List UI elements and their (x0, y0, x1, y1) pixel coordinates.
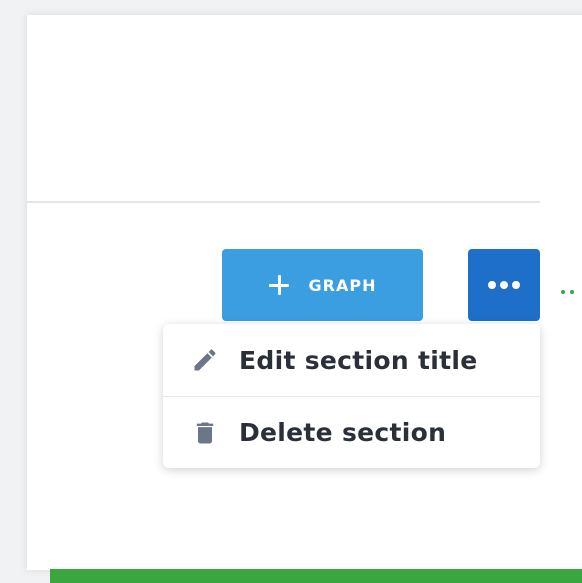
menu-item-label: Edit section title (239, 345, 478, 375)
add-graph-label: GRAPH (308, 275, 377, 295)
green-section-bar (50, 569, 582, 583)
ellipsis-icon (500, 281, 508, 289)
menu-item-delete-section[interactable]: Delete section (163, 396, 540, 468)
more-options-button[interactable] (468, 249, 540, 321)
ellipsis-icon (512, 281, 520, 289)
section-options-menu: Edit section title Delete section (163, 324, 540, 468)
add-graph-button[interactable]: GRAPH (222, 249, 423, 321)
status-indicator-dots (561, 290, 574, 294)
plus-icon (268, 275, 289, 295)
menu-item-label: Delete section (239, 418, 447, 447)
section-divider (27, 201, 540, 203)
pencil-icon (190, 345, 220, 375)
page: GRAPH Edit section title Delete section (0, 0, 582, 583)
menu-item-edit-section-title[interactable]: Edit section title (163, 324, 540, 396)
ellipsis-icon (488, 281, 496, 289)
trash-icon (190, 418, 220, 448)
